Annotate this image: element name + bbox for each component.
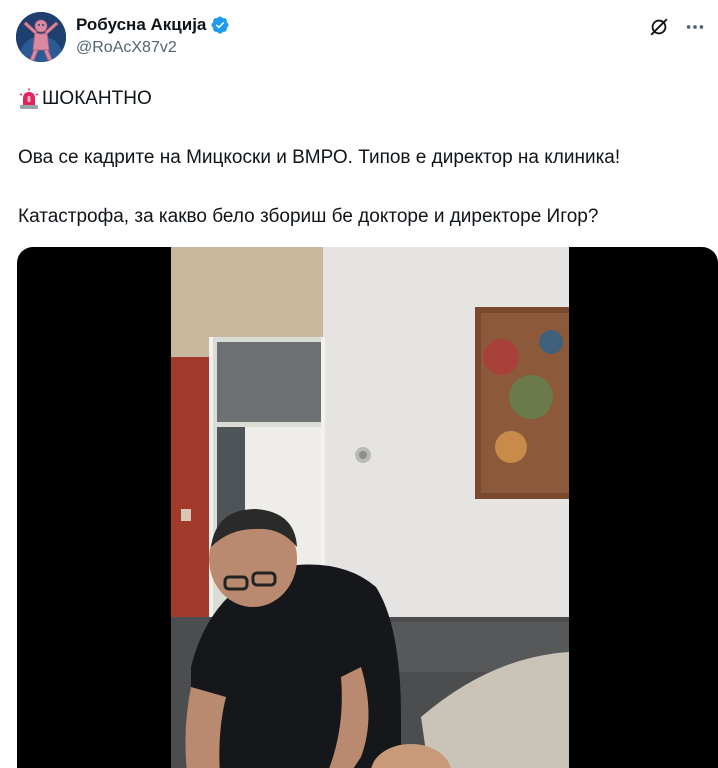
- video-scene: [171, 247, 569, 768]
- avatar[interactable]: [16, 12, 66, 62]
- video-frame: [171, 247, 569, 768]
- tweet-video[interactable]: [17, 247, 718, 768]
- tweet-paragraph-1: Ова се кадрите на Мицкоски и ВМРО. Типов…: [18, 147, 621, 168]
- avatar-figure-icon: [16, 12, 66, 62]
- tweet: Робусна Акција @RoAcX87v2 ШОКАНТНО Ова с…: [0, 0, 718, 768]
- tweet-header: Робусна Акција @RoAcX87v2: [16, 12, 706, 66]
- siren-icon: [18, 88, 40, 110]
- name-row: Робусна Акција: [76, 14, 230, 36]
- header-actions: [648, 16, 706, 38]
- more-options-icon[interactable]: [684, 16, 706, 38]
- author-names: Робусна Акција @RoAcX87v2: [76, 14, 230, 59]
- display-name[interactable]: Робусна Акција: [76, 14, 206, 36]
- tweet-heading-text: ШОКАНТНО: [42, 88, 152, 109]
- tweet-heading: ШОКАНТНО: [18, 86, 700, 112]
- verified-badge-icon: [210, 15, 230, 35]
- author-handle[interactable]: @RoAcX87v2: [76, 37, 230, 59]
- tweet-paragraph-2: Катастрофа, за какво бело збориш бе докт…: [18, 206, 599, 227]
- grok-icon[interactable]: [648, 16, 670, 38]
